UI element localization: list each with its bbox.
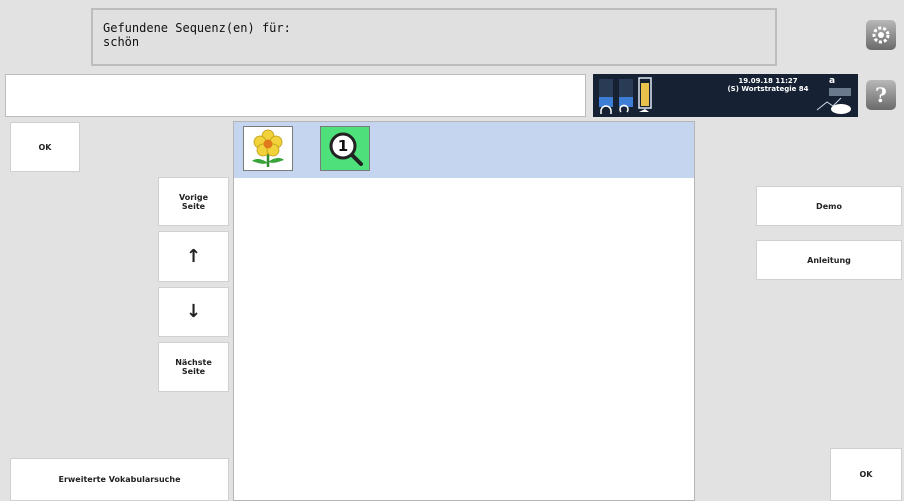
previous-page-label-1: Vorige: [178, 192, 209, 202]
arrow-down-icon: ↓: [185, 301, 202, 322]
next-page-label-2: Seite: [181, 367, 206, 376]
sequence-message-box: Gefundene Sequenz(en) für: schön: [91, 8, 777, 66]
flower-icon: [252, 129, 284, 167]
arrow-up-icon: ↑: [185, 245, 202, 267]
previous-page-label-2: Seite: [181, 201, 206, 211]
scroll-up-button[interactable]: ↑: [158, 231, 229, 282]
next-page-button[interactable]: Nächste Seite: [158, 342, 229, 392]
gear-icon: [872, 26, 890, 44]
magnifier-symbol[interactable]: 1: [320, 126, 370, 171]
message-query: schön: [103, 35, 140, 49]
sequence-list[interactable]: 1: [233, 121, 695, 501]
message-input[interactable]: [5, 74, 586, 117]
ok-top-button[interactable]: OK: [10, 122, 80, 172]
device-status-icons: [599, 77, 652, 114]
help-button[interactable]: ?: [866, 80, 896, 110]
extended-vocabulary-search-button[interactable]: Erweiterte Vokabularsuche: [10, 458, 229, 501]
previous-page-button[interactable]: Vorige Seite: [158, 177, 229, 226]
status-mode: (S) Wortstrategie 84: [727, 85, 809, 93]
message-title: Gefundene Sequenz(en) für:: [103, 21, 291, 35]
status-panel: 19.09.18 11:27 (S) Wortstrategie 84 a: [593, 74, 858, 117]
speech-output-icon: [816, 88, 851, 114]
sequence-row[interactable]: 1: [234, 122, 694, 178]
settings-button[interactable]: [866, 20, 896, 50]
scroll-down-button[interactable]: ↓: [158, 287, 229, 337]
ok-bottom-button[interactable]: OK: [830, 448, 902, 501]
magnifier-one-icon: 1: [329, 132, 363, 166]
status-datetime: 19.09.18 11:27: [738, 77, 798, 85]
flower-symbol[interactable]: [243, 126, 293, 171]
demo-button[interactable]: Demo: [756, 186, 902, 226]
instructions-button[interactable]: Anleitung: [756, 240, 902, 280]
magnifier-number: 1: [338, 137, 348, 155]
next-page-label-1: Nächste: [175, 358, 212, 367]
